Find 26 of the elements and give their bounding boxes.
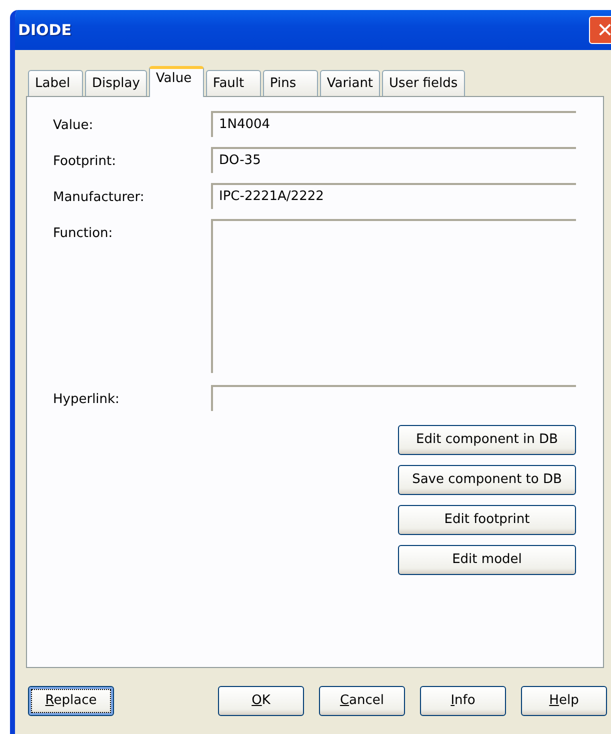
action-button[interactable]: Edit footprint	[398, 505, 576, 535]
dialog-button[interactable]: OK	[218, 686, 304, 716]
input-field[interactable]: IPC-2221A/2222	[211, 183, 576, 209]
tab[interactable]: Fault	[206, 70, 261, 96]
field-label: Value:	[53, 117, 94, 135]
action-button[interactable]: Edit model	[398, 545, 576, 575]
window-title: DIODE	[18, 20, 72, 41]
tab[interactable]: Variant	[320, 70, 380, 96]
field-label: Function:	[53, 225, 114, 243]
tab[interactable]: Label	[28, 70, 83, 96]
close-button[interactable]: ✕	[589, 16, 611, 44]
tab[interactable]: Display	[85, 70, 147, 96]
dialog-button[interactable]: Info	[420, 686, 506, 716]
field-label: Hyperlink:	[53, 391, 120, 409]
input-field[interactable]: DO-35	[211, 147, 576, 173]
action-button[interactable]: Save component to DB	[398, 465, 576, 495]
tab[interactable]: Pins	[262, 70, 318, 96]
action-button[interactable]: Edit component in DB	[398, 425, 576, 455]
input-field[interactable]: 1N4004	[211, 111, 576, 137]
dialog-button[interactable]: Replace	[28, 686, 114, 716]
field-label: Manufacturer:	[53, 189, 146, 207]
dialog-button[interactable]: Help	[521, 686, 607, 716]
field-label: Footprint:	[53, 153, 117, 171]
dialog-button[interactable]: Cancel	[319, 686, 405, 716]
tab[interactable]: Value	[148, 66, 204, 97]
tab[interactable]: User fields	[382, 70, 465, 96]
